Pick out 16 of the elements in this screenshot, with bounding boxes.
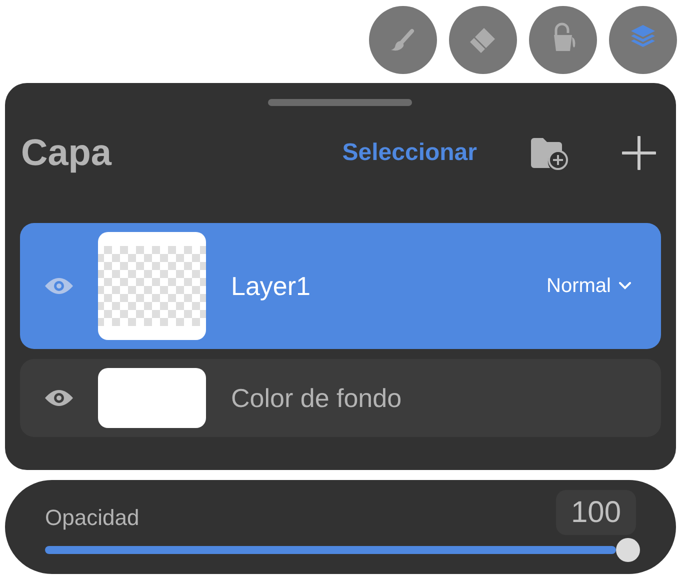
layer-name: Layer1 [231,270,310,302]
blend-mode-dropdown[interactable]: Normal [546,271,631,301]
eye-icon[interactable] [44,388,74,408]
slider-thumb[interactable] [616,538,640,562]
new-folder-icon[interactable] [529,135,570,171]
chevron-down-icon [619,282,631,290]
layer-row[interactable]: Color de fondo [20,359,661,437]
add-icon[interactable] [622,136,656,170]
layer-name: Color de fondo [231,382,402,414]
opacity-value[interactable]: 100 [556,490,636,535]
panel-title: Capa [21,131,112,176]
drag-handle[interactable] [268,99,412,106]
opacity-slider[interactable] [45,538,640,562]
opacity-label: Opacidad [45,504,140,532]
select-button[interactable]: Seleccionar [342,135,477,171]
layer-row[interactable]: Layer1 Normal [20,223,661,349]
